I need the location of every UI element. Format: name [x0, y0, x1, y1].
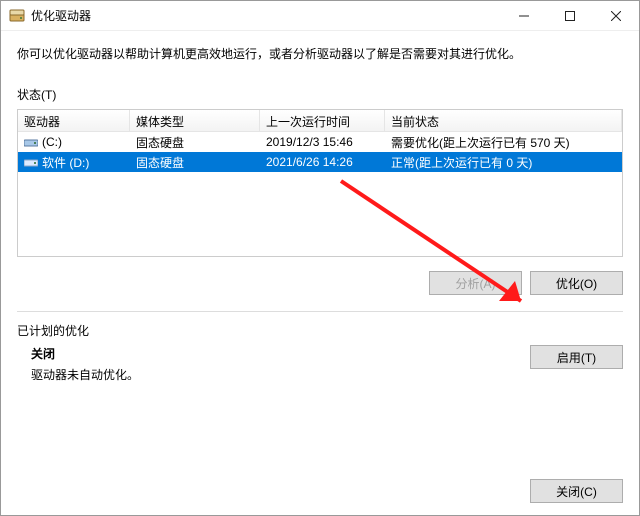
col-last-run[interactable]: 上一次运行时间: [260, 110, 385, 131]
table-row[interactable]: (C:) 固态硬盘 2019/12/3 15:46 需要优化(距上次运行已有 5…: [18, 132, 622, 152]
close-button[interactable]: 关闭(C): [530, 479, 623, 503]
drive-c-icon: [24, 136, 38, 148]
minimize-button[interactable]: [501, 1, 547, 31]
cell-media: 固态硬盘: [130, 134, 260, 151]
cell-status: 正常(距上次运行已有 0 天): [385, 154, 622, 171]
window-title: 优化驱动器: [31, 7, 91, 24]
cell-status: 需要优化(距上次运行已有 570 天): [385, 134, 622, 151]
content-area: 你可以优化驱动器以帮助计算机更高效地运行，或者分析驱动器以了解是否需要对其进行优…: [1, 31, 639, 471]
col-status[interactable]: 当前状态: [385, 110, 622, 131]
scheduled-row: 关闭 驱动器未自动优化。 启用(T): [17, 345, 623, 383]
cell-drive: 软件 (D:): [18, 154, 130, 171]
scheduled-state: 关闭: [31, 345, 139, 362]
scheduled-desc: 驱动器未自动优化。: [31, 366, 139, 383]
titlebar: 优化驱动器: [1, 1, 639, 31]
separator: [17, 311, 623, 312]
app-icon: [9, 8, 25, 24]
drive-name: (C:): [42, 135, 62, 149]
cell-last-run: 2019/12/3 15:46: [260, 135, 385, 149]
col-drive[interactable]: 驱动器: [18, 110, 130, 131]
enable-button[interactable]: 启用(T): [530, 345, 623, 369]
maximize-button[interactable]: [547, 1, 593, 31]
optimize-drives-window: 优化驱动器 你可以优化驱动器以帮助计算机更高效地运行，或者分析驱动器以了解是否需…: [0, 0, 640, 516]
list-header[interactable]: 驱动器 媒体类型 上一次运行时间 当前状态: [18, 110, 622, 132]
scheduled-group-label: 已计划的优化: [17, 322, 623, 339]
description-text: 你可以优化驱动器以帮助计算机更高效地运行，或者分析驱动器以了解是否需要对其进行优…: [17, 45, 623, 62]
optimize-button[interactable]: 优化(O): [530, 271, 623, 295]
close-window-button[interactable]: [593, 1, 639, 31]
cell-media: 固态硬盘: [130, 154, 260, 171]
cell-last-run: 2021/6/26 14:26: [260, 155, 385, 169]
footer: 关闭(C): [1, 471, 639, 515]
drive-name: 软件 (D:): [42, 154, 89, 171]
drives-list[interactable]: 驱动器 媒体类型 上一次运行时间 当前状态 (C:) 固态硬盘 2019/12/…: [17, 109, 623, 257]
col-media[interactable]: 媒体类型: [130, 110, 260, 131]
status-label: 状态(T): [17, 86, 623, 103]
cell-drive: (C:): [18, 135, 130, 149]
analyze-button[interactable]: 分析(A): [429, 271, 522, 295]
drive-d-icon: [24, 156, 38, 168]
analyze-optimize-row: 分析(A) 优化(O): [17, 271, 623, 295]
table-row[interactable]: 软件 (D:) 固态硬盘 2021/6/26 14:26 正常(距上次运行已有 …: [18, 152, 622, 172]
